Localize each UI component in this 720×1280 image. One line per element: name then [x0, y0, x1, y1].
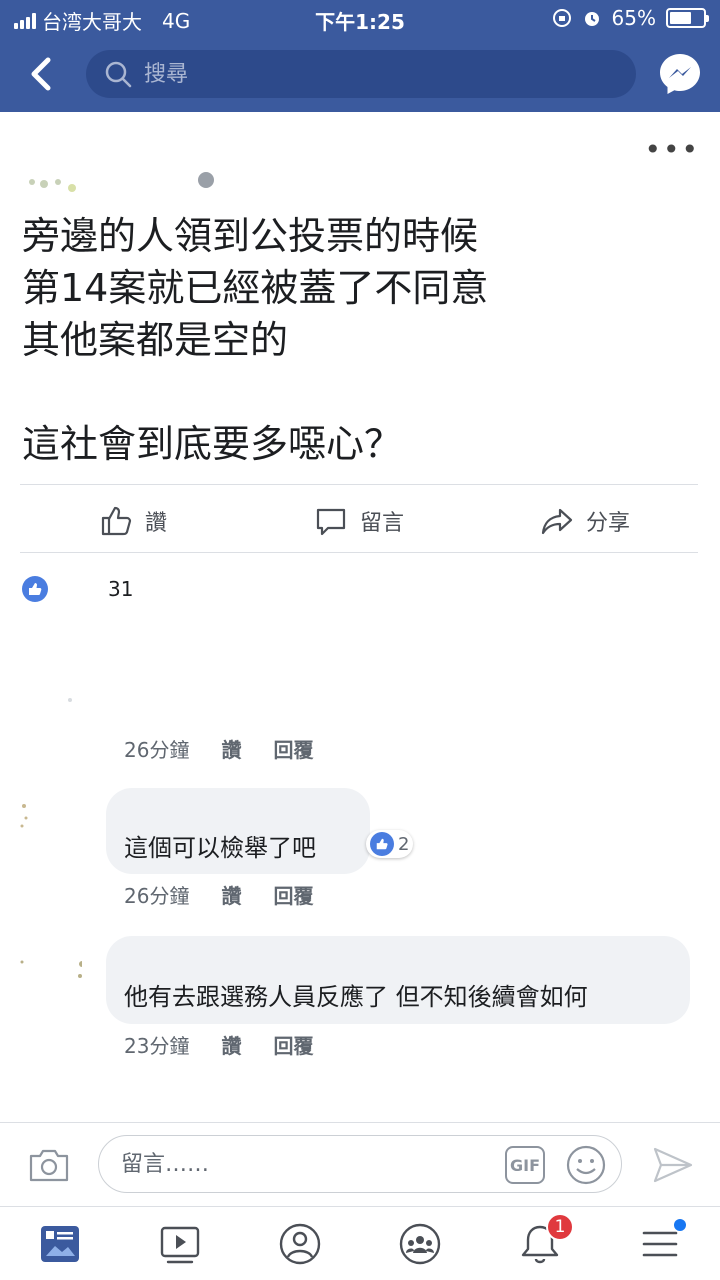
comment-bubble: 這個可以檢舉了吧: [106, 788, 370, 874]
menu-notification-dot: [674, 1219, 686, 1231]
camera-icon[interactable]: [28, 1147, 70, 1183]
comment-reply-button[interactable]: 回覆: [273, 734, 313, 763]
battery-icon: [666, 8, 709, 28]
nav-news-feed[interactable]: [0, 1207, 120, 1280]
battery-percent: 65%: [611, 6, 656, 30]
author-name-blurred: [29, 172, 214, 192]
commenter-avatar: [20, 960, 82, 978]
video-icon: [160, 1226, 200, 1263]
messenger-icon: [660, 54, 700, 94]
comment-reply-button[interactable]: 回覆: [273, 1030, 313, 1059]
reaction-count: 31: [108, 577, 134, 601]
comment-like-button[interactable]: 讚: [221, 734, 241, 763]
post-text: 旁邊的人領到公投票的時候 第14案就已經被蓋了不同意 其他案都是空的 這社會到底…: [22, 214, 489, 466]
thumbs-up-icon: [101, 506, 132, 536]
comment-bubble: 他有去跟選務人員反應了 但不知後續會如何: [106, 936, 690, 1024]
battery-fill: [670, 12, 691, 24]
messenger-button[interactable]: [658, 52, 702, 96]
groups-icon: [399, 1223, 441, 1264]
commenter-avatar: [20, 804, 28, 828]
like-button[interactable]: 讚: [20, 490, 246, 552]
comment-like-button[interactable]: 讚: [221, 880, 241, 909]
search-bar[interactable]: [86, 50, 636, 98]
search-icon: [105, 61, 132, 88]
comment-like-button[interactable]: 讚: [221, 1030, 241, 1059]
comment-label: 留言: [359, 511, 404, 536]
alarm-icon: [584, 12, 599, 26]
emoji-icon[interactable]: [565, 1144, 607, 1186]
nav-notifications[interactable]: 1: [480, 1207, 600, 1280]
commenter-avatar: [68, 698, 72, 702]
comment-input[interactable]: [121, 1151, 481, 1177]
comment-meta: 26分鐘 讚 回覆: [124, 880, 313, 909]
chevron-left-icon: [31, 57, 51, 91]
divider: [20, 552, 698, 553]
bottom-nav: 1: [0, 1206, 720, 1280]
more-options-button[interactable]: •••: [644, 136, 700, 164]
comment-input-box[interactable]: GIF: [98, 1135, 622, 1193]
comment-meta: 26分鐘 讚 回覆: [124, 734, 313, 763]
search-input[interactable]: [144, 61, 604, 87]
gif-button[interactable]: GIF: [505, 1146, 545, 1184]
nav-groups[interactable]: [360, 1207, 480, 1280]
comment-text: 這個可以檢舉了吧: [124, 833, 316, 862]
share-label: 分享: [585, 511, 630, 536]
nav-menu[interactable]: [600, 1207, 720, 1280]
comment-time: 26分鐘: [124, 738, 190, 762]
post-actions: 讚 留言 分享: [20, 490, 698, 552]
back-button[interactable]: [26, 54, 58, 94]
comment-reactions[interactable]: 2: [366, 830, 414, 858]
nav-watch[interactable]: [120, 1207, 240, 1280]
nav-profile[interactable]: [240, 1207, 360, 1280]
comment-time: 26分鐘: [124, 884, 190, 908]
send-icon[interactable]: [652, 1145, 694, 1185]
comment-reply-button[interactable]: 回覆: [273, 880, 313, 909]
share-icon: [541, 508, 573, 535]
comment-reaction-count: 2: [398, 833, 410, 855]
like-reaction-icon: [370, 832, 394, 856]
top-bar: 台湾大哥大 4G 下午1:25 65%: [0, 0, 720, 112]
news-feed-icon: [41, 1225, 79, 1262]
rotation-lock-icon: [552, 9, 571, 27]
share-button[interactable]: 分享: [472, 490, 698, 552]
like-reaction-icon: [22, 576, 48, 602]
comment-button[interactable]: 留言: [246, 490, 472, 552]
profile-icon: [279, 1223, 321, 1264]
notification-badge: 1: [546, 1213, 574, 1241]
divider: [20, 484, 698, 485]
comment-icon: [316, 508, 346, 536]
comment-meta: 23分鐘 讚 回覆: [124, 1030, 313, 1059]
comment-text: 他有去跟選務人員反應了 但不知後續會如何: [124, 982, 588, 1011]
reactions-summary[interactable]: 31: [22, 576, 133, 602]
comment-composer: GIF: [0, 1122, 720, 1206]
status-bar: 台湾大哥大 4G 下午1:25 65%: [0, 0, 720, 36]
comment-time: 23分鐘: [124, 1034, 190, 1058]
like-label: 讚: [144, 511, 167, 536]
